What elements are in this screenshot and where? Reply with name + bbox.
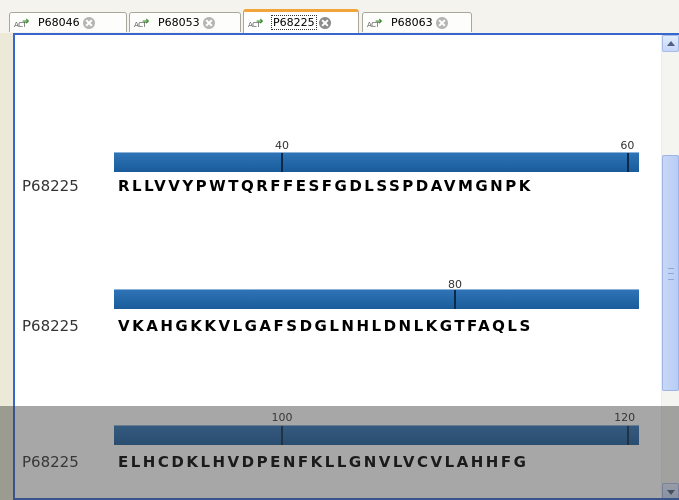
ruler-tick-label: 100 [271,411,293,424]
scroll-up-arrow-icon[interactable] [662,35,679,52]
close-icon[interactable] [202,16,215,29]
scrollbar-thumb[interactable] [662,155,679,391]
sequence-residues: VKAHGKKVLGAFSDGLNHLDNLKGTFAQLS [118,317,533,335]
ruler-tick [627,153,629,172]
act-arrow-icon: ACT ➜ [367,16,383,29]
tab-label: P68225 [271,15,317,30]
vertical-scrollbar[interactable] [661,35,679,498]
tab-label: P68046 [38,16,80,29]
position-ruler [114,289,639,309]
sequence-row: 40 60 P68225 RLLVVYPWTQRFFESFGDLSSPDAVMG… [15,139,677,211]
scroll-down-arrow-icon[interactable] [662,483,679,498]
act-arrow-icon: ACT ➜ [14,16,30,29]
tab-p68225[interactable]: ACT ➜ P68225 [243,9,359,33]
position-ruler [114,425,639,445]
ruler-tick [281,426,283,445]
sequence-row: 80 P68225 VKAHGKKVLGAFSDGLNHLDNLKGTFAQLS [15,278,677,350]
act-arrow-icon: ACT ➜ [248,16,264,29]
sequence-name: P68225 [22,453,79,471]
sequence-name: P68225 [22,317,79,335]
ruler-tick [454,290,456,309]
ruler-tick-label: 60 [620,139,635,152]
tab-bar: ACT ➜ P68046 ACT ➜ P68053 ACT ➜ P68225 ACT ➜… [0,0,679,33]
ruler-tick-label: 120 [614,411,636,424]
tab-label: P68063 [391,16,433,29]
close-icon[interactable] [318,16,331,29]
position-ruler [114,152,639,172]
tab-label: P68053 [158,16,200,29]
sequence-name: P68225 [22,177,79,195]
act-arrow-icon: ACT ➜ [134,16,150,29]
sequence-row: 100 120 P68225 ELHCDKLHVDPENFKLLGNVLVCVL… [15,411,677,483]
grip-icon [668,268,674,280]
close-icon[interactable] [435,16,448,29]
ruler-tick [627,426,629,445]
ruler-tick [281,153,283,172]
ruler-tick-label: 40 [275,139,289,152]
tab-p68046[interactable]: ACT ➜ P68046 [9,12,127,32]
tab-p68053[interactable]: ACT ➜ P68053 [129,12,241,32]
tab-p68063[interactable]: ACT ➜ P68063 [362,12,472,32]
sequence-residues: RLLVVYPWTQRFFESFGDLSSPDAVMGNPK [118,177,533,195]
sequence-view[interactable]: 40 60 P68225 RLLVVYPWTQRFFESFGDLSSPDAVMG… [13,33,679,500]
sequence-residues: ELHCDKLHVDPENFKLLGNVLVCVLAHHFG [118,453,529,471]
close-icon[interactable] [82,16,95,29]
